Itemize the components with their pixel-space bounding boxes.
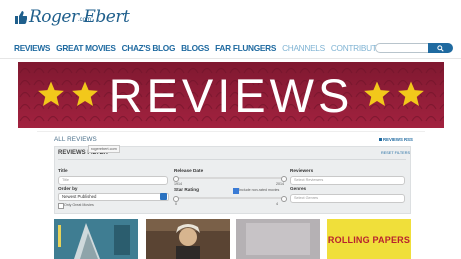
poster-art: [236, 219, 320, 259]
thumbs-up-icon: [15, 11, 27, 24]
poster-art: [54, 219, 138, 259]
release-max-value: 2014: [276, 182, 284, 186]
right-stars: [362, 79, 426, 109]
title-label: Title: [58, 168, 68, 173]
star-min-value: 0: [175, 202, 177, 206]
star-icon: [398, 81, 424, 106]
reset-filters-link[interactable]: RESET FILTERS: [381, 151, 410, 155]
search-icon: [437, 44, 444, 52]
filter-divider: [58, 159, 406, 160]
star-max-value: 4: [276, 202, 278, 206]
release-date-slider[interactable]: [175, 177, 282, 179]
star-rating-slider[interactable]: [175, 197, 282, 199]
release-date-label: Release Date: [174, 168, 204, 173]
great-movies-label: Only Great Movies: [64, 203, 94, 207]
site-logo[interactable]: Roger Ebert .com: [14, 7, 130, 33]
release-min-value: 1914: [174, 182, 182, 186]
reviewers-select[interactable]: Select Reviewers: [290, 176, 405, 185]
poster-art: [146, 219, 230, 259]
nav-item-far-flungers[interactable]: FAR FLUNGERS: [215, 43, 276, 53]
star-rating-label: Star Rating: [174, 187, 200, 192]
main-nav: REVIEWS GREAT MOVIES CHAZ'S BLOG BLOGS F…: [14, 42, 394, 54]
reviewers-label: Reviewers: [290, 168, 314, 173]
rss-icon: [379, 138, 382, 141]
movie-poster-1[interactable]: [54, 219, 138, 259]
movie-poster-4[interactable]: ROLLING PAPERS: [327, 219, 411, 259]
reviews-rss-link[interactable]: REVIEWS RSS: [379, 137, 413, 142]
section-heading: ALL REVIEWS: [54, 136, 97, 143]
logo-suffix: .com: [78, 17, 92, 23]
movie-poster-3[interactable]: [236, 219, 320, 259]
select-caret-icon: [160, 193, 167, 200]
genres-select[interactable]: Select Genres: [290, 194, 405, 203]
search-button[interactable]: [428, 43, 453, 53]
star-icon: [364, 81, 390, 106]
rss-label: REVIEWS RSS: [383, 137, 413, 142]
nav-item-great-movies[interactable]: GREAT MOVIES: [56, 43, 116, 53]
search-input[interactable]: [375, 43, 435, 53]
star-max-handle[interactable]: [281, 196, 287, 202]
nav-item-chaz-blog[interactable]: CHAZ'S BLOG: [122, 43, 176, 53]
nav-item-channels[interactable]: CHANNELS: [282, 43, 325, 53]
header-divider: [0, 58, 461, 59]
nav-item-blogs[interactable]: BLOGS: [181, 43, 209, 53]
url-tooltip: rogerebert.com: [88, 145, 120, 153]
poster-title: ROLLING PAPERS: [327, 235, 411, 245]
movie-poster-2[interactable]: [146, 219, 230, 259]
include-unrated-label: Include non-rated movies: [239, 188, 280, 192]
order-by-label: Order by: [58, 186, 78, 191]
nav-item-reviews[interactable]: REVIEWS: [14, 43, 50, 53]
order-by-select[interactable]: Newest Published: [58, 193, 169, 201]
reviews-banner: REVIEWS: [18, 62, 444, 128]
title-input[interactable]: Title: [58, 176, 168, 185]
genres-label: Genres: [290, 186, 307, 191]
